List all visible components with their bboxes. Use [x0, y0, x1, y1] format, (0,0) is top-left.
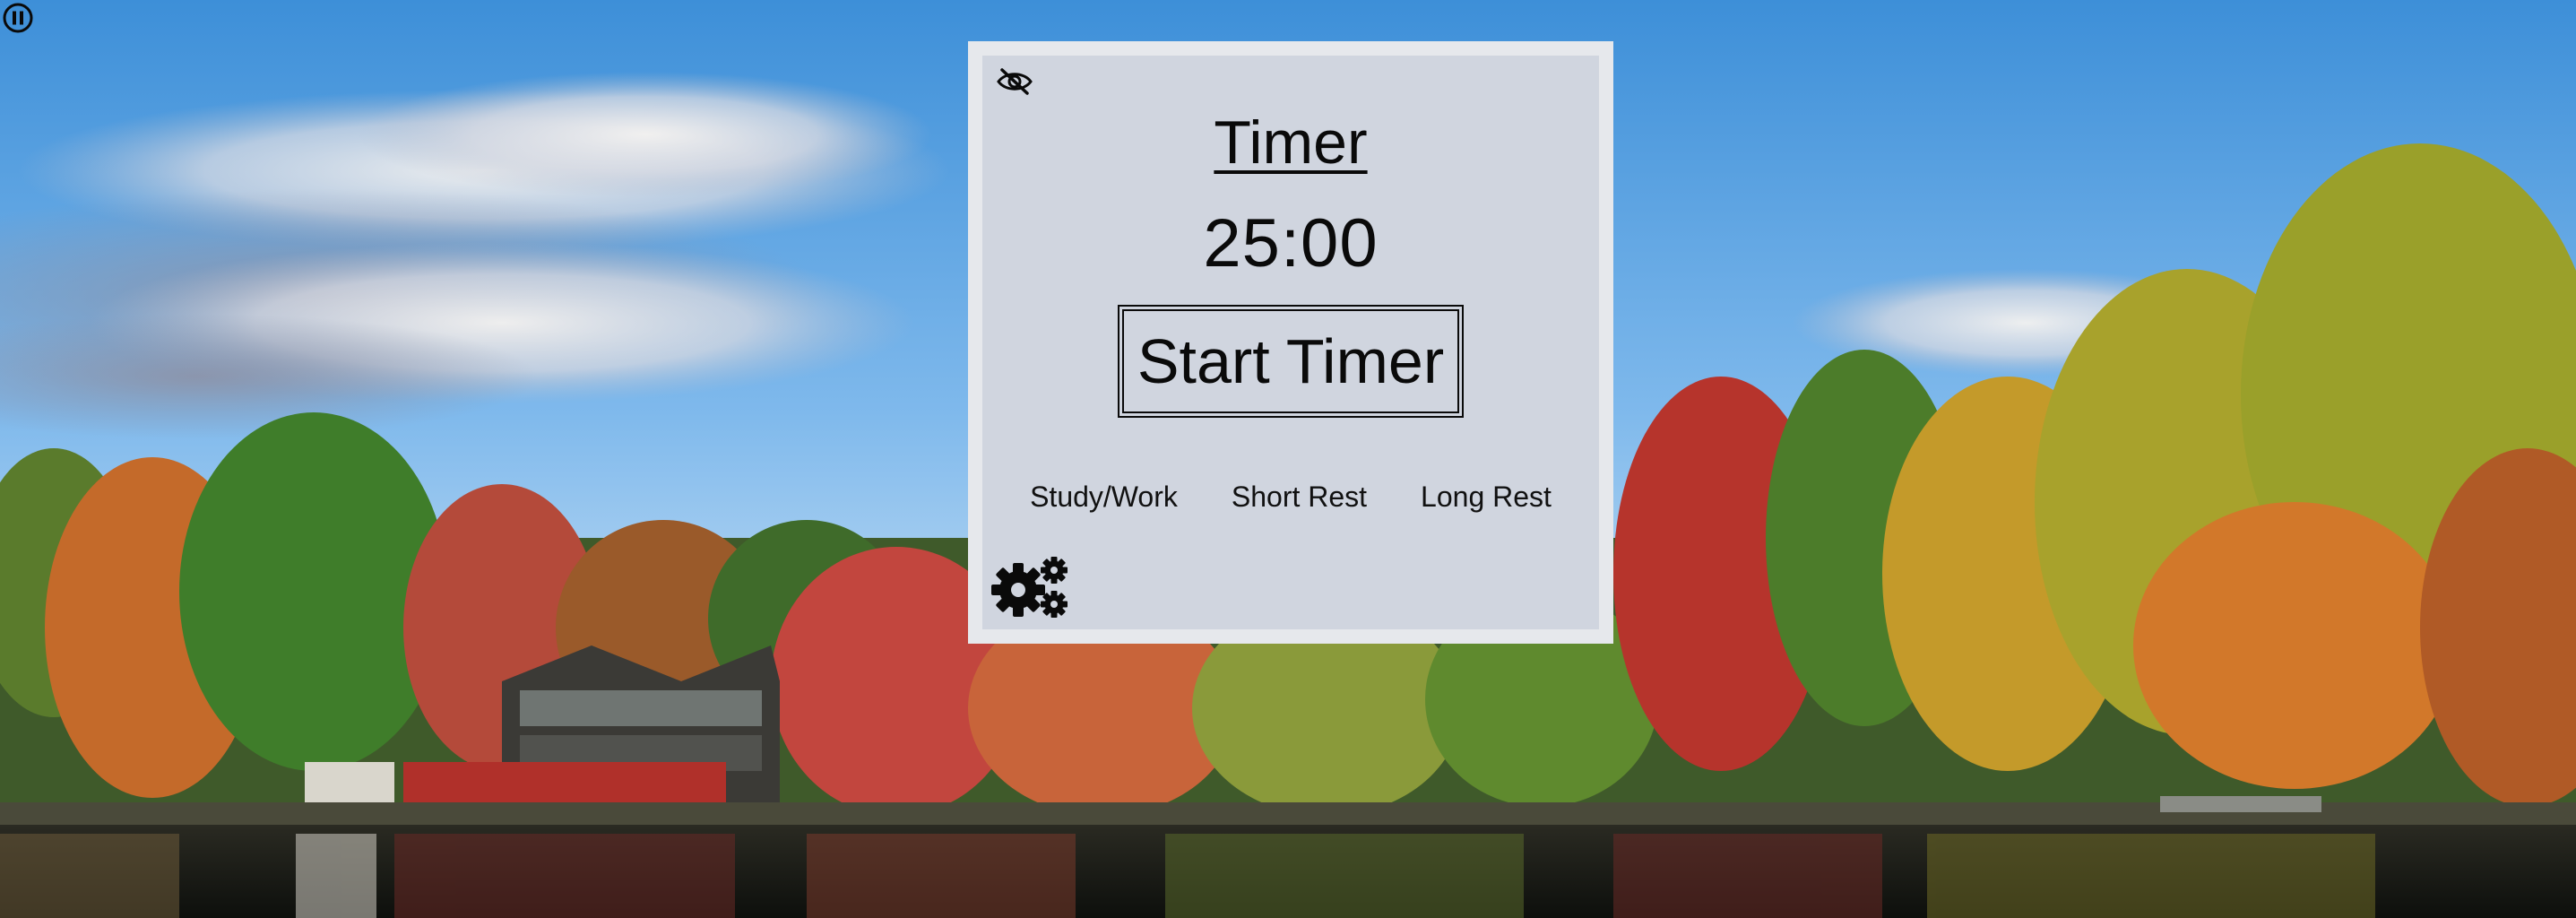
mode-long-rest[interactable]: Long Rest: [1421, 481, 1552, 514]
mode-short-rest[interactable]: Short Rest: [1232, 481, 1367, 514]
pause-icon: [3, 3, 33, 33]
eye-slash-icon: [997, 68, 1033, 95]
timer-panel-body: Timer 25:00 Start Timer Study/Work Short…: [982, 56, 1599, 629]
time-display: 25:00: [1203, 205, 1379, 281]
pause-button[interactable]: [2, 2, 34, 34]
hide-panel-button[interactable]: [995, 66, 1034, 97]
mode-study-work[interactable]: Study/Work: [1030, 481, 1178, 514]
start-timer-button[interactable]: Start Timer: [1118, 305, 1464, 418]
timer-panel: Timer 25:00 Start Timer Study/Work Short…: [968, 41, 1613, 644]
mode-selector: Study/Work Short Rest Long Rest: [982, 481, 1599, 514]
settings-button[interactable]: [991, 554, 1070, 622]
gears-icon: [991, 557, 1068, 618]
timer-title: Timer: [1214, 108, 1368, 177]
